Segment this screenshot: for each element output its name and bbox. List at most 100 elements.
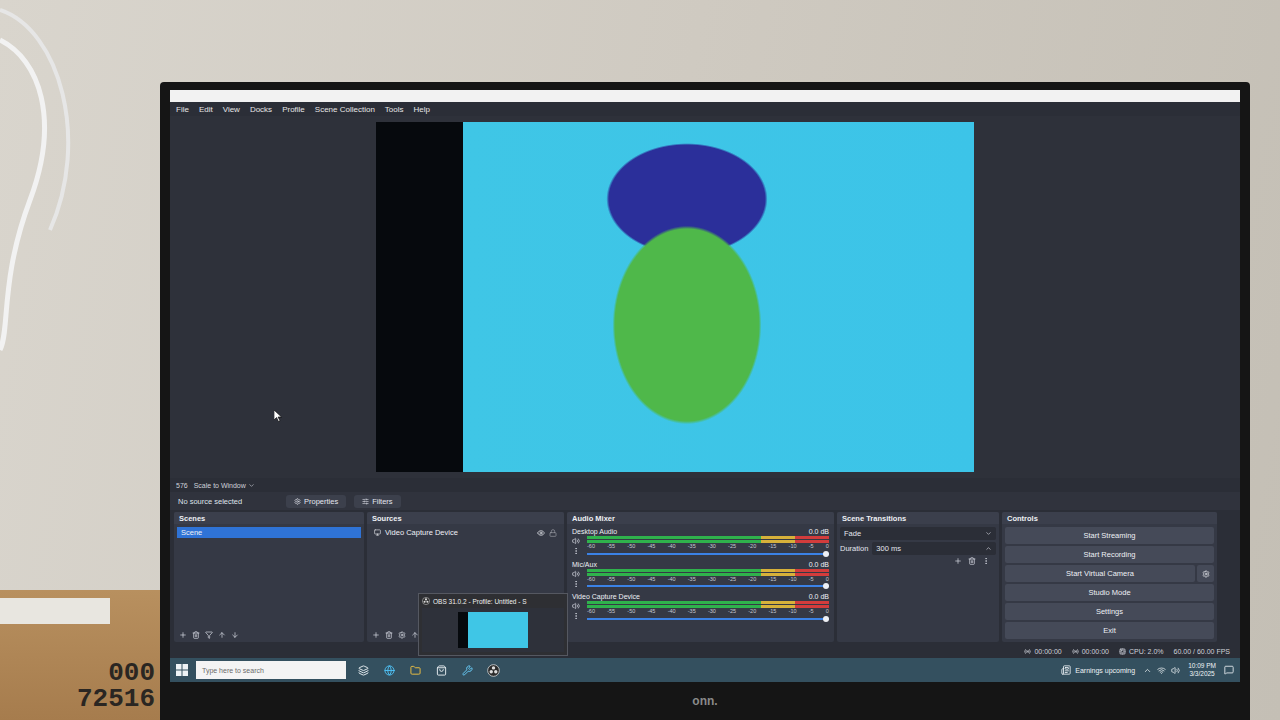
menu-item[interactable]: Edit <box>199 105 213 114</box>
menu-item[interactable]: View <box>223 105 240 114</box>
store[interactable] <box>432 660 450 680</box>
control-button[interactable]: Studio Mode <box>1005 584 1214 601</box>
scene-item[interactable]: Scene <box>177 527 361 538</box>
control-button[interactable]: Exit <box>1005 622 1214 639</box>
menu-item[interactable]: Docks <box>250 105 272 114</box>
volume-slider[interactable] <box>587 553 829 555</box>
meter-bar <box>587 536 829 539</box>
camera-icon <box>374 529 381 536</box>
source-item[interactable]: Video Capture Device <box>370 527 561 538</box>
window-thumbnail[interactable]: OBS 31.0.2 - Profile: Untitled - S <box>418 593 568 656</box>
control-button[interactable]: Start Recording <box>1005 546 1214 563</box>
status-time: 00:00:00 <box>1024 648 1061 655</box>
settings-app[interactable] <box>458 660 476 680</box>
plus-icon[interactable] <box>372 631 380 639</box>
more-icon[interactable] <box>572 612 580 620</box>
meter-bar <box>587 569 829 572</box>
meter-ticks: -60-55-50-45-40-35-30-25-20-15-10-50 <box>587 609 829 615</box>
monitor-brand: onn. <box>692 694 717 708</box>
monitor-chin: onn. <box>170 682 1240 720</box>
obs-taskbar-button[interactable]: OBS 31.0.2 - Profile: Untitled - S <box>484 660 502 680</box>
menu-item[interactable]: Scene Collection <box>315 105 375 114</box>
meter-bar <box>587 573 829 576</box>
photo: 00072516 File Edit View Docks Profile Scene Co… <box>0 0 1280 720</box>
dock-footer <box>174 628 364 642</box>
volume-slider[interactable] <box>587 585 829 587</box>
status-bar: 00:00:0000:00:00CPU: 2.0%60.00 / 60.00 F… <box>170 644 1240 658</box>
mixer-channel: Video Capture Device0.0 dB-60-55-50-45-4… <box>570 592 831 623</box>
gear-icon[interactable] <box>398 631 406 639</box>
menu-item[interactable]: File <box>176 105 189 114</box>
more-icon[interactable] <box>982 557 990 565</box>
spin-icon[interactable] <box>985 545 992 552</box>
channel-icons <box>572 570 584 588</box>
task-view[interactable] <box>354 660 372 680</box>
menu-item[interactable]: Tools <box>385 105 404 114</box>
thumbnail-preview <box>422 608 564 652</box>
docks: ScenesSceneSourcesVideo Capture DeviceAu… <box>170 510 1240 644</box>
trash-icon[interactable] <box>968 557 976 565</box>
news-widget[interactable]: Earnings upcoming <box>1061 665 1135 675</box>
channel-reading: 0.0 dB <box>809 528 829 535</box>
controls-dock: Controls Start Streaming Start Recording St… <box>1002 512 1217 642</box>
notification-icon[interactable] <box>1224 665 1234 675</box>
eye-icon[interactable] <box>537 529 545 537</box>
edge[interactable] <box>380 660 398 680</box>
mixer-channel: Desktop Audio 0.0 dB -60-55-50-45-40-35-30… <box>570 527 831 558</box>
meter: -60-55-50-45-40-35-30-25-20-15-10-50 <box>587 569 829 590</box>
menu-item[interactable]: Profile <box>282 105 305 114</box>
obs-icon <box>422 597 430 605</box>
arrow-down-icon[interactable] <box>231 631 239 639</box>
clock[interactable]: 10:09 PM3/3/2025 <box>1188 662 1216 678</box>
source-bar-button[interactable]: Filters <box>354 495 400 508</box>
more-icon[interactable] <box>572 547 580 555</box>
menu-bar: File Edit View Docks Profile Scene Collection… <box>170 102 1240 116</box>
plus-icon[interactable] <box>954 557 962 565</box>
windows-icon[interactable] <box>176 664 188 676</box>
duration-label: Duration <box>840 544 868 553</box>
wrench-icon <box>462 665 473 676</box>
more-icon[interactable] <box>572 580 580 588</box>
scenes-dock: Scenes Scene <box>174 512 364 642</box>
scene-list: Scene <box>174 524 364 628</box>
mixer-channel: Mic/Aux0.0 dB-60-55-50-45-40-35-30-25-20… <box>570 560 831 591</box>
speaker-icon[interactable] <box>572 602 580 610</box>
source-status: No source selected <box>178 497 278 506</box>
virtual-camera-settings[interactable] <box>1197 565 1214 582</box>
control-button[interactable]: Settings <box>1005 603 1214 620</box>
scale-select[interactable]: Scale to Window <box>194 482 255 489</box>
wifi-icon[interactable] <box>1157 666 1166 675</box>
control-button[interactable]: Start Virtual Camera <box>1005 565 1195 582</box>
source-bar-button[interactable]: Properties <box>286 495 346 508</box>
cursor-icon <box>274 410 282 422</box>
transitions-body: Fade Duration 300 ms <box>837 524 999 642</box>
menu-item[interactable]: Help <box>414 105 430 114</box>
trash-icon[interactable] <box>385 631 393 639</box>
control-button[interactable]: Start Streaming <box>1005 527 1214 544</box>
wall: 00072516 <box>0 0 160 720</box>
dock-header: Audio Mixer <box>567 512 834 524</box>
scale-bar: 576Scale to Window <box>170 478 1240 492</box>
duration-field[interactable]: 300 ms <box>872 542 996 555</box>
taskbar-search[interactable]: Type here to search <box>196 661 346 679</box>
channel-name: Desktop Audio <box>572 528 617 535</box>
lock-icon[interactable] <box>549 529 557 537</box>
dock-header: Scene Transitions <box>837 512 999 524</box>
chevron-up-icon[interactable] <box>1143 666 1152 675</box>
explorer[interactable] <box>406 660 424 680</box>
speaker-icon[interactable] <box>1171 666 1180 675</box>
dock-header: Controls <box>1002 512 1217 524</box>
transition-select[interactable]: Fade <box>840 527 996 540</box>
status-time: 00:00:00 <box>1072 648 1109 655</box>
trash-icon[interactable] <box>192 631 200 639</box>
dock-header: Scenes <box>174 512 364 524</box>
plus-icon[interactable] <box>179 631 187 639</box>
arrow-up-icon[interactable] <box>218 631 226 639</box>
channel-icons <box>572 537 584 555</box>
volume-slider[interactable] <box>587 618 829 620</box>
speaker-icon[interactable] <box>572 537 580 545</box>
filter-icon[interactable] <box>205 631 213 639</box>
speaker-icon[interactable] <box>572 570 580 578</box>
meter-ticks: -60-55-50-45-40-35-30-25-20-15-10-50 <box>587 544 829 550</box>
source-bar: No source selected Properties Filters <box>170 492 1240 510</box>
